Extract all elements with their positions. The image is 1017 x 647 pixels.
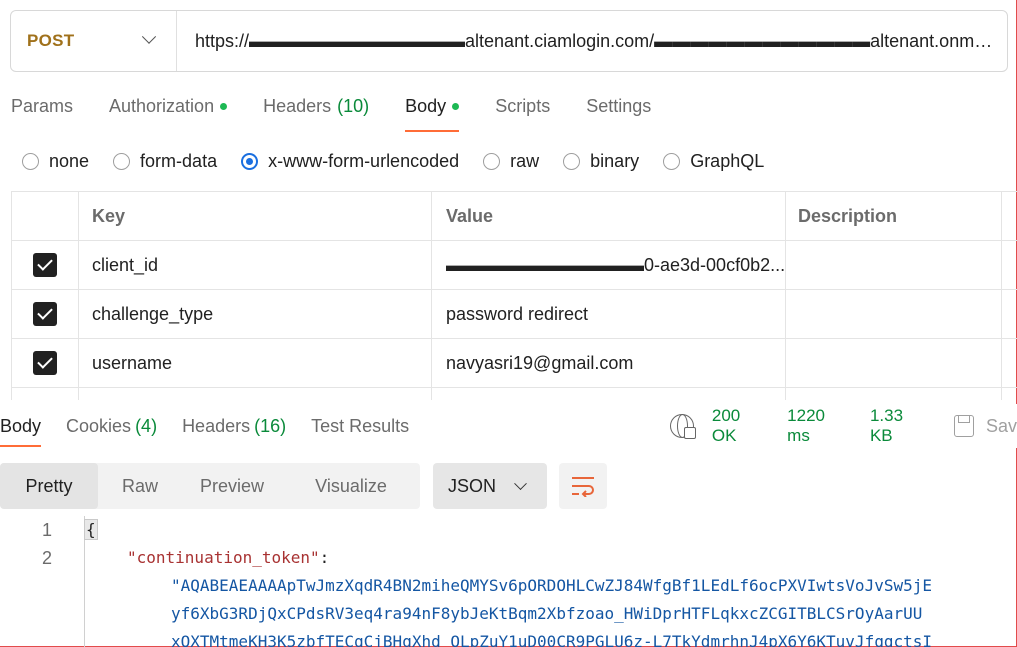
view-mode-segmented: Pretty Raw Preview Visualize xyxy=(0,463,420,509)
row-key[interactable] xyxy=(79,388,432,400)
checkbox-checked-icon[interactable] xyxy=(33,351,57,375)
code-line: "continuation_token": xyxy=(85,544,932,572)
json-string: yf6XbG3RDjQxCPdsRV3eq4ra94nF8ybJeKtBqm2X… xyxy=(171,604,923,623)
tab-count: (4) xyxy=(135,415,158,436)
chevron-down-icon xyxy=(514,476,527,490)
network-globe-icon[interactable] xyxy=(670,414,696,439)
row-description[interactable] xyxy=(786,241,1002,289)
json-string: xQXTMtmeKH3K5zbfTECqCjBHgXhd_OLpZuY1uD00… xyxy=(171,632,932,647)
response-tab-cookies[interactable]: Cookies (4) xyxy=(66,406,157,447)
response-tab-test-results[interactable]: Test Results xyxy=(311,406,409,447)
row-check-cell xyxy=(12,241,79,289)
wrap-lines-button[interactable] xyxy=(559,463,607,509)
row-description[interactable] xyxy=(786,388,1002,400)
row-key[interactable]: challenge_type xyxy=(79,290,432,338)
row-description[interactable] xyxy=(786,290,1002,338)
row-key[interactable]: username xyxy=(79,339,432,387)
tab-label: Body xyxy=(0,415,42,436)
view-pretty-button[interactable]: Pretty xyxy=(0,463,98,509)
line-number: 2 xyxy=(41,548,52,568)
tab-label: Test Results xyxy=(311,415,410,436)
code-line: "AQABEAEAAAApTwJmzXqdR4BN2miheQMYSv6pORD… xyxy=(85,572,932,600)
response-meta: 200 OK 1220 ms 1.33 KB Sav xyxy=(670,404,1017,448)
row-value[interactable] xyxy=(432,388,786,400)
code-line: { xyxy=(84,516,932,544)
code-line: xQXTMtmeKH3K5zbfTECqCjBHgXhd_OLpZuY1uD00… xyxy=(85,628,932,647)
response-time[interactable]: 1220 ms xyxy=(787,406,852,446)
table-header-check xyxy=(12,192,79,240)
response-code-viewer[interactable]: 1 2 { "continuation_token": "AQABEAEAAAA… xyxy=(0,516,1017,647)
row-extra xyxy=(1002,388,1017,400)
row-check-cell xyxy=(12,290,79,338)
response-tabs: Body Cookies (4) Headers (16) Test Results… xyxy=(0,404,1017,448)
json-string: "AQABEAEAAAApTwJmzXqdR4BN2miheQMYSv6pORD… xyxy=(171,576,932,595)
format-select[interactable]: JSON xyxy=(433,463,547,509)
format-label: JSON xyxy=(448,475,497,496)
status-code[interactable]: 200 OK xyxy=(712,406,769,446)
row-extra xyxy=(1002,290,1017,338)
json-key: "continuation_token" xyxy=(127,548,320,567)
row-check-cell xyxy=(12,339,79,387)
row-extra xyxy=(1002,339,1017,387)
row-value[interactable]: password redirect xyxy=(432,290,786,338)
response-tab-body[interactable]: Body xyxy=(0,406,42,447)
view-raw-button[interactable]: Raw xyxy=(98,463,182,509)
row-key[interactable]: client_id xyxy=(79,241,432,289)
tab-count: (16) xyxy=(254,415,287,436)
row-value[interactable]: ▬▬▬▬▬▬▬▬▬▬▬0-ae3d-00cf0b2... xyxy=(432,241,786,289)
tab-label: Headers xyxy=(182,415,251,436)
code-line: yf6XbG3RDjQxCPdsRV3eq4ra94nF8ybJeKtBqm2X… xyxy=(85,600,932,628)
json-open-brace: { xyxy=(84,519,98,540)
row-description[interactable] xyxy=(786,339,1002,387)
table-header-description: Description xyxy=(786,192,1002,240)
table-header-key: Key xyxy=(79,192,432,240)
json-colon: : xyxy=(319,548,330,567)
params-table-viewport: Key Value Description client_id ▬▬▬▬▬▬▬▬… xyxy=(0,0,1017,400)
table-row: client_id ▬▬▬▬▬▬▬▬▬▬▬0-ae3d-00cf0b2... xyxy=(12,241,1017,290)
row-check-cell xyxy=(12,388,79,400)
save-icon[interactable] xyxy=(954,415,974,437)
save-response-button[interactable]: Sav xyxy=(986,416,1017,437)
table-row: challenge_type password redirect xyxy=(12,290,1017,339)
line-number-gutter: 1 2 xyxy=(0,516,60,572)
row-extra xyxy=(1002,241,1017,289)
table-row: username navyasri19@gmail.com xyxy=(12,339,1017,388)
table-header-extra xyxy=(1002,192,1017,240)
table-header-value: Value xyxy=(432,192,786,240)
response-size[interactable]: 1.33 KB xyxy=(870,406,930,446)
row-value[interactable]: navyasri19@gmail.com xyxy=(432,339,786,387)
checkbox-checked-icon[interactable] xyxy=(33,253,57,277)
view-visualize-button[interactable]: Visualize xyxy=(282,463,420,509)
line-number: 1 xyxy=(41,520,52,540)
wrap-lines-icon xyxy=(572,477,594,497)
checkbox-checked-icon[interactable] xyxy=(33,302,57,326)
response-tab-headers[interactable]: Headers (16) xyxy=(182,406,286,447)
view-preview-button[interactable]: Preview xyxy=(182,463,282,509)
table-header-row: Key Value Description xyxy=(12,192,1017,241)
view-toolbar: Pretty Raw Preview Visualize JSON xyxy=(0,463,607,509)
tab-label: Cookies xyxy=(66,415,132,436)
table-row xyxy=(12,388,1017,400)
params-table: Key Value Description client_id ▬▬▬▬▬▬▬▬… xyxy=(11,191,1017,400)
code-lines: { "continuation_token": "AQABEAEAAAApTwJ… xyxy=(84,516,932,647)
